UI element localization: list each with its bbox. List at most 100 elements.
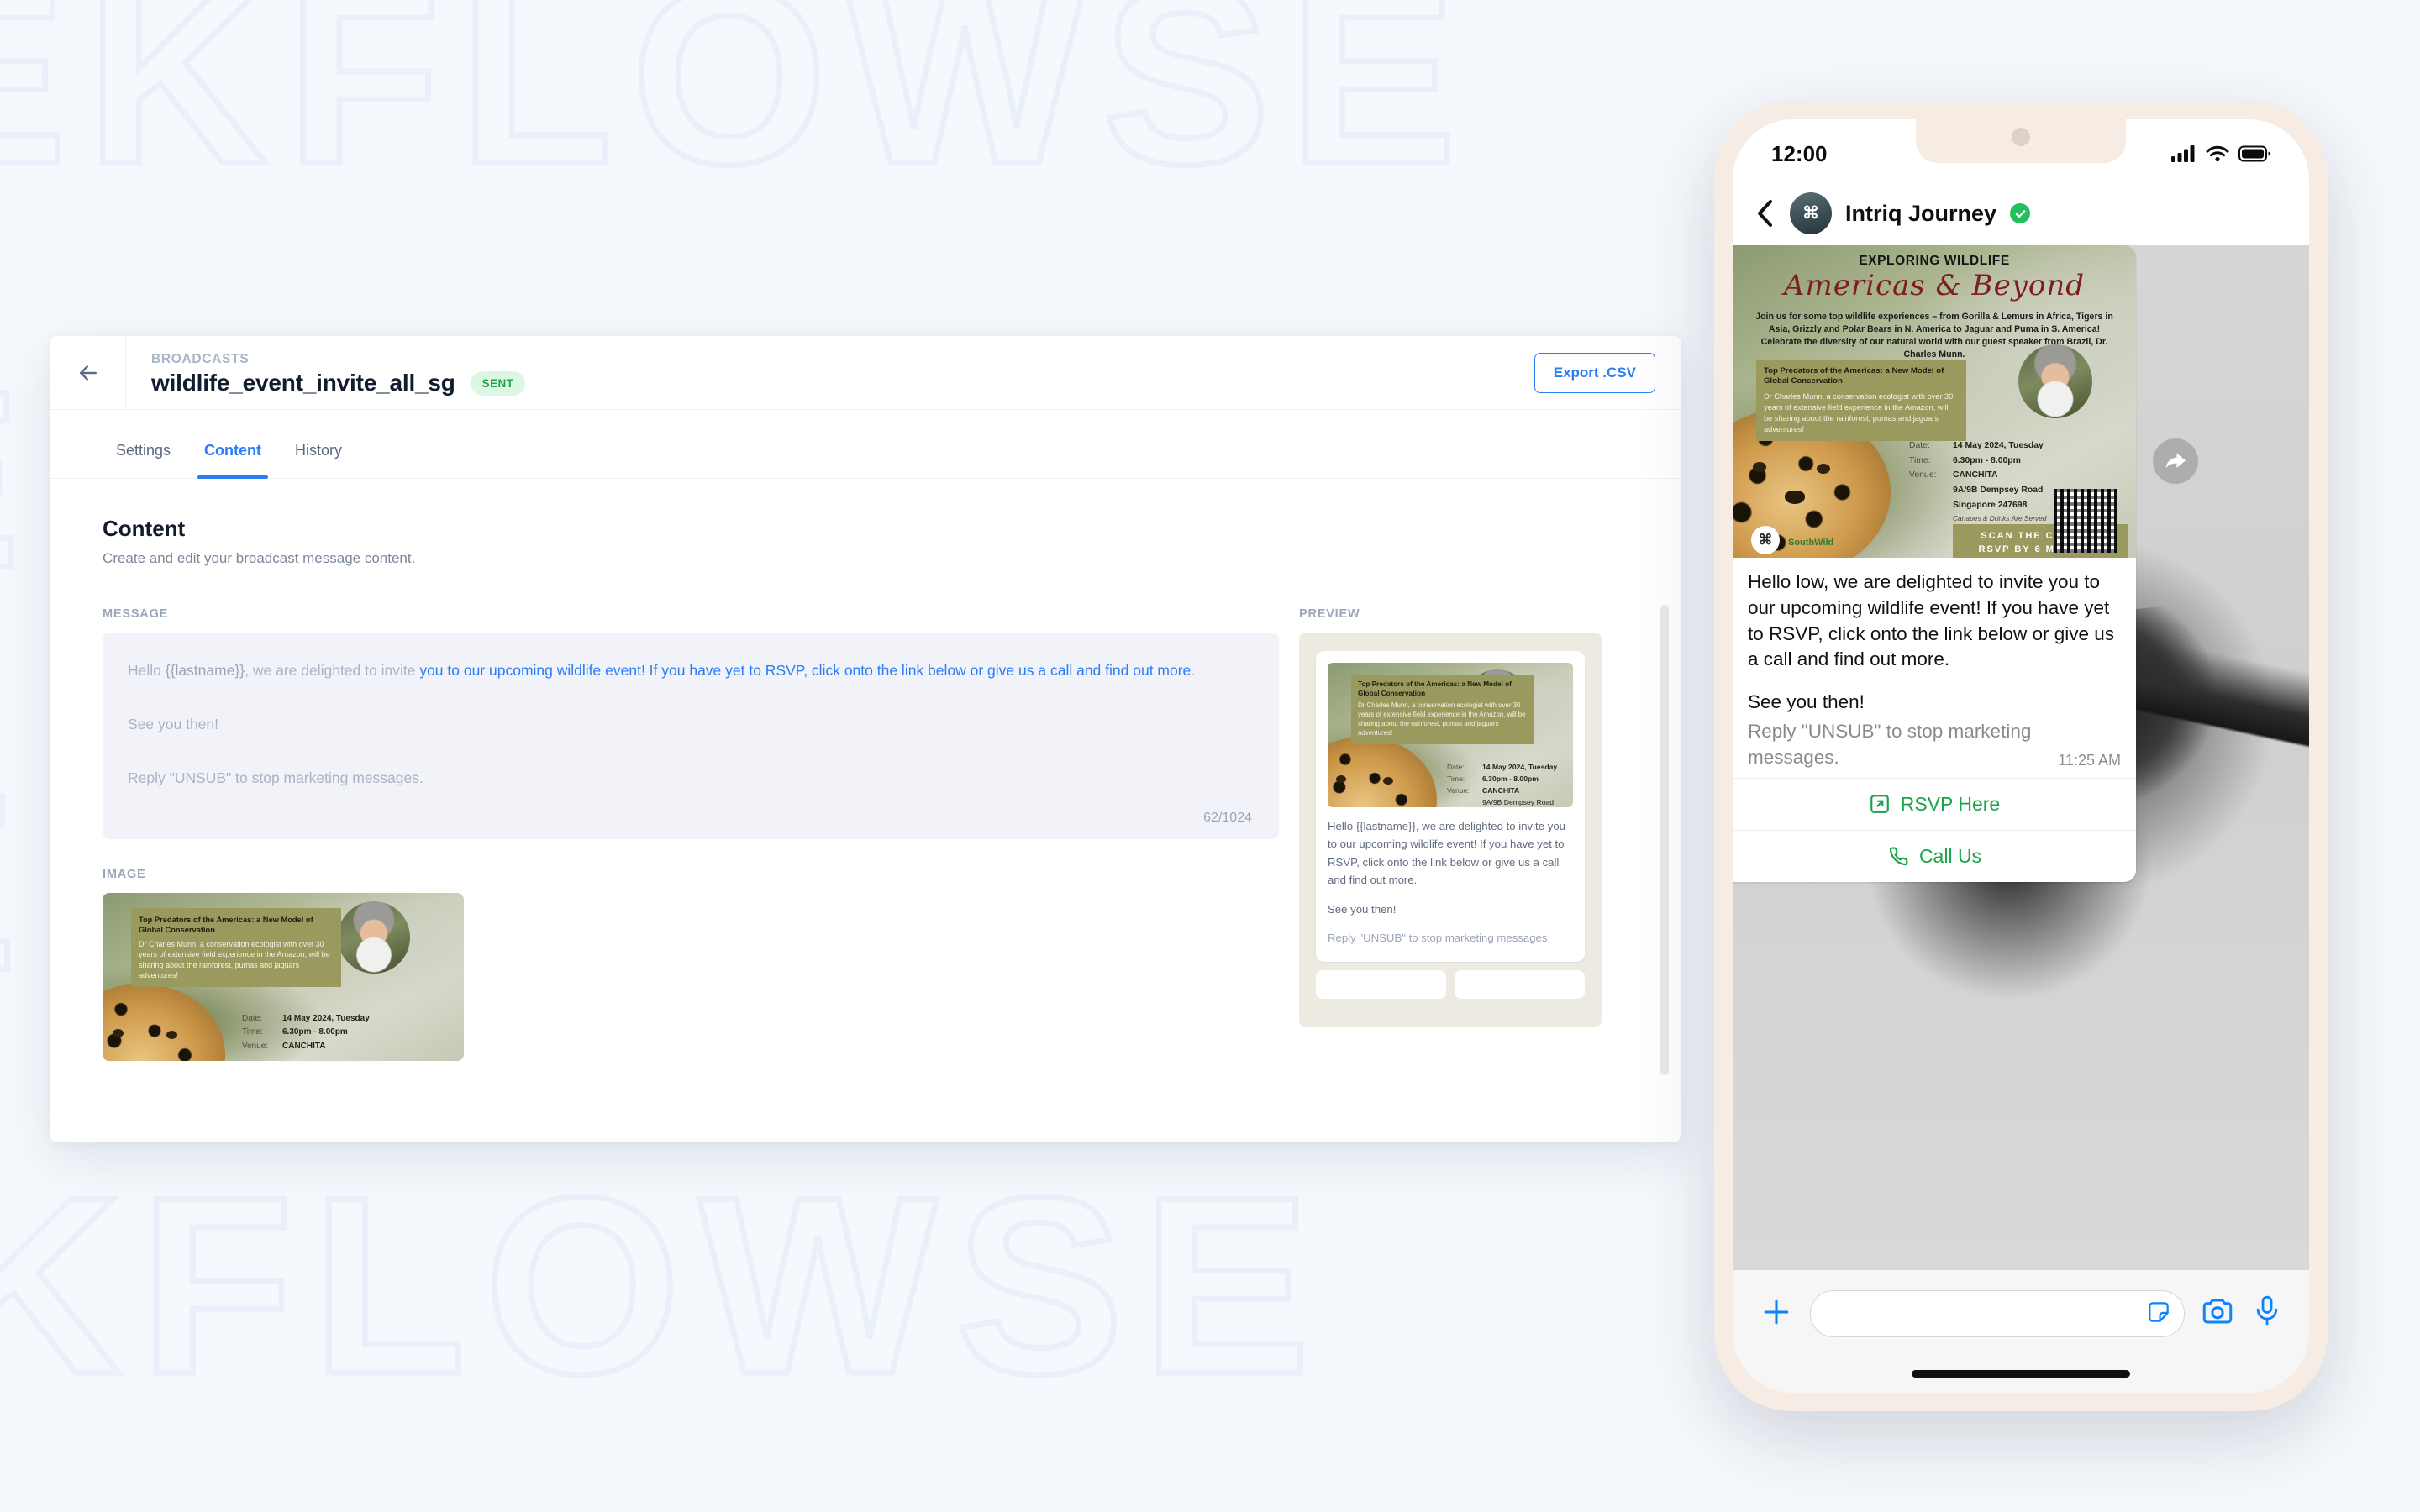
image-thumbnail[interactable]: Top Predators of the Americas: a New Mod…	[103, 892, 464, 1061]
back-button[interactable]	[50, 336, 126, 409]
battery-icon	[2238, 145, 2270, 162]
card-body: Dr Charles Munn, a conservation ecologis…	[1764, 391, 1954, 433]
status-badge: SENT	[470, 370, 526, 396]
page-title: wildlife_event_invite_all_sg	[151, 370, 455, 396]
message-variable: {{lastname}}	[165, 662, 245, 679]
detail-row: Time: 6.30pm - 8.00pm	[1447, 774, 1557, 785]
export-csv-button[interactable]: Export .CSV	[1534, 352, 1655, 393]
tab-content[interactable]: Content	[191, 410, 275, 479]
card-title: Top Predators of the Americas: a New Mod…	[1358, 680, 1512, 697]
call-us-label: Call Us	[1918, 844, 1982, 867]
message-line3: Reply "UNSUB" to stop marketing messages…	[128, 769, 424, 786]
verified-check-icon	[2010, 203, 2031, 223]
preview-column: PREVIEW Top Predators of the Americas: a…	[1299, 607, 1602, 1061]
jaguar-image	[1328, 737, 1437, 807]
app-header: BROADCASTS wildlife_event_invite_all_sg …	[50, 336, 1681, 410]
card-body: Dr Charles Munn, a conservation ecologis…	[1358, 701, 1526, 738]
image-section: IMAGE Top Predators of the Americas: a N…	[103, 868, 1279, 1061]
preview-poster-image: Top Predators of the Americas: a New Mod…	[1328, 663, 1573, 807]
chevron-left-icon	[1758, 200, 1772, 227]
message-input[interactable]: Hello {{lastname}}, we are delighted to …	[103, 633, 1279, 839]
speaker-info-card: Top Predators of the Americas: a New Mod…	[1351, 675, 1534, 744]
southwild-logo: SouthWild	[1788, 538, 1834, 548]
event-details: Date: 14 May 2024, Tuesday Time: 6.30pm - …	[242, 1012, 370, 1054]
detail-row: Venue: CANCHITA	[1447, 785, 1557, 797]
detail-row: Venue: CANCHITA	[1909, 468, 2046, 483]
camera-button[interactable]	[2200, 1290, 2235, 1333]
header-titles: BROADCASTS wildlife_event_invite_all_sg …	[126, 336, 1534, 409]
message-input-field[interactable]	[1810, 1290, 2185, 1337]
microphone-icon	[2256, 1295, 2278, 1326]
sticker-button[interactable]	[2145, 1299, 2172, 1330]
watermark-row: EKFLOWSE	[0, 0, 1476, 217]
event-details: Date: 14 May 2024, Tuesday Time: 6.30pm - …	[1909, 438, 2046, 525]
chat-message-bubble: EXPLORING WILDLIFE Americas & Beyond Joi…	[1733, 245, 2136, 882]
detail-row: Time: 6.30pm - 8.00pm	[242, 1026, 370, 1040]
content-scrollbar[interactable]	[1660, 605, 1669, 1075]
preview-label: PREVIEW	[1299, 607, 1360, 621]
microphone-button[interactable]	[2250, 1290, 2284, 1331]
preview-paragraph-3: Reply "UNSUB" to stop marketing messages…	[1328, 931, 1551, 944]
detail-key: Date:	[1447, 763, 1465, 771]
front-camera-icon	[2012, 128, 2030, 146]
card-body: Dr Charles Munn, a conservation ecologis…	[139, 939, 330, 979]
jaguar-eye-right	[1817, 464, 1830, 474]
tab-history[interactable]: History	[281, 410, 355, 478]
jaguar-nose	[1785, 491, 1805, 504]
call-us-button[interactable]: Call Us	[1733, 829, 2136, 882]
jaguar-image	[103, 983, 225, 1061]
detail-value: 6.30pm - 8.00pm	[1953, 455, 2021, 465]
image-label: IMAGE	[103, 867, 146, 881]
section-subtitle: Create and edit your broadcast message c…	[103, 550, 416, 566]
poster-artwork-full: EXPLORING WILDLIFE Americas & Beyond Joi…	[1733, 245, 2136, 558]
message-poster-image[interactable]: EXPLORING WILDLIFE Americas & Beyond Joi…	[1733, 245, 2136, 558]
qr-code-icon	[2054, 489, 2118, 553]
poster-artwork-preview: Top Predators of the Americas: a New Mod…	[1328, 663, 1573, 807]
preview-action-stub[interactable]	[1455, 970, 1585, 1000]
chat-back-button[interactable]	[1754, 198, 1776, 228]
status-icons	[2171, 144, 2270, 163]
detail-key: Date:	[1909, 441, 1930, 450]
message-after-variable: , we are delighted to invite	[245, 662, 420, 679]
content-panel: Content Create and edit your broadcast m…	[50, 479, 1681, 1142]
character-counter: 62/1024	[1203, 810, 1252, 825]
jaguar-eye-left	[1753, 462, 1766, 472]
plus-button[interactable]	[1758, 1290, 1795, 1335]
arrow-left-icon	[79, 365, 97, 381]
section-title: Content	[103, 516, 186, 541]
detail-value: CANCHITA	[1953, 470, 1998, 480]
detail-key: Time:	[242, 1027, 263, 1037]
chat-input-bar	[1733, 1270, 2309, 1393]
detail-value: 14 May 2024, Tuesday	[1482, 763, 1558, 771]
detail-row: Venue: CANCHITA	[242, 1040, 370, 1054]
external-link-icon	[1870, 795, 1889, 814]
jaguar-eye-right	[1383, 777, 1393, 785]
detail-value: CANCHITA	[282, 1041, 326, 1051]
broadcast-detail-window: BROADCASTS wildlife_event_invite_all_sg …	[50, 336, 1681, 1142]
detail-value: 14 May 2024, Tuesday	[282, 1013, 370, 1023]
detail-value: CANCHITA	[1482, 785, 1520, 795]
avatar[interactable]: ⌘	[1790, 192, 1832, 234]
preview-action-stub[interactable]	[1316, 970, 1446, 1000]
title-row: wildlife_event_invite_all_sg SENT	[151, 370, 1534, 396]
message-unsub-text: Reply "UNSUB" to stop marketing messages…	[1733, 719, 2136, 778]
detail-key: Venue:	[1909, 470, 1937, 480]
message-period: .	[1191, 662, 1196, 679]
preview-wrapper: Top Predators of the Americas: a New Mod…	[1299, 633, 1602, 1027]
forward-message-button[interactable]	[2153, 438, 2198, 484]
detail-row: Date: 14 May 2024, Tuesday	[1909, 438, 2046, 454]
rsvp-here-button[interactable]: RSVP Here	[1733, 777, 2136, 830]
chat-contact-name: Intriq Journey	[1845, 200, 1997, 226]
detail-value: 6.30pm - 8.00pm	[282, 1027, 348, 1037]
card-title: Top Predators of the Americas: a New Mod…	[1764, 366, 1944, 386]
tab-settings[interactable]: Settings	[103, 410, 184, 478]
message-paragraph-1: Hello low, we are delighted to invite yo…	[1748, 571, 2115, 670]
detail-key: Time:	[1447, 774, 1465, 783]
message-text: Hello low, we are delighted to invite yo…	[1733, 558, 2136, 719]
editor-column: MESSAGE Hello {{lastname}}, we are delig…	[103, 607, 1279, 1061]
detail-row: Date: 14 May 2024, Tuesday	[242, 1012, 370, 1026]
detail-row: Date: 14 May 2024, Tuesday	[1447, 762, 1557, 774]
preview-paragraph-2: See you then!	[1328, 902, 1397, 916]
home-indicator	[1912, 1370, 2130, 1378]
cellular-signal-icon	[2171, 145, 2195, 162]
